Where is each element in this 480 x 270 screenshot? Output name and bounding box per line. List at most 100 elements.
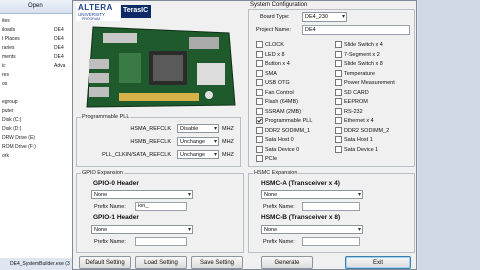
hsmc-a-prefix-label: Prefix Name:: [263, 204, 295, 210]
nav-item[interactable]: os: [0, 80, 38, 89]
checkbox-item[interactable]: SMA: [256, 69, 277, 78]
checkbox-item[interactable]: EEPROM: [335, 98, 368, 106]
nav-item[interactable]: raries: [0, 44, 38, 53]
checkbox-unchecked[interactable]: [256, 155, 263, 162]
checkbox-item[interactable]: LED x 8: [256, 50, 285, 59]
gpio1-select-value: None: [94, 227, 108, 233]
checkbox-label: LED x 8: [265, 51, 285, 58]
nav-item[interactable]: ites: [0, 17, 38, 26]
checkbox-unchecked[interactable]: [256, 69, 263, 77]
checkbox-unchecked[interactable]: [256, 41, 263, 48]
nav-item[interactable]: ic: [0, 62, 38, 71]
checkbox-unchecked[interactable]: [256, 126, 263, 134]
gpio0-select[interactable]: None: [91, 190, 193, 200]
project-name-input[interactable]: DE4: [302, 25, 410, 35]
checkbox-item[interactable]: Ethernet x 4: [335, 117, 374, 125]
checkbox-item[interactable]: Temperature: [335, 69, 375, 78]
checkbox-unchecked[interactable]: [335, 50, 342, 58]
nav-item[interactable]: t Places: [0, 35, 38, 44]
gpio0-prefix-input[interactable]: ion_: [135, 202, 187, 211]
pll-row-select[interactable]: Unchange: [177, 137, 219, 147]
checkbox-item[interactable]: Sata Host 1: [335, 136, 373, 144]
gpio0-prefix-label: Prefix Name:: [94, 204, 126, 210]
nav-item[interactable]: puter: [0, 107, 38, 116]
checkbox-unchecked[interactable]: [335, 88, 342, 96]
checkbox-item[interactable]: DDR2 SODIMM_1: [256, 126, 310, 135]
checkbox-item[interactable]: Button x 4: [256, 60, 290, 68]
checkbox-item[interactable]: Sata Device 0: [256, 145, 299, 154]
nav-item[interactable]: iloads: [0, 26, 38, 35]
checkbox-item[interactable]: RS-232: [335, 107, 363, 116]
nav-item[interactable]: ork: [0, 152, 38, 161]
checkbox-label: Sata Host 0: [265, 136, 294, 143]
board-type-select[interactable]: DE4_230: [302, 12, 347, 22]
checkbox-item[interactable]: Sata Host 0: [256, 136, 294, 144]
checkbox-label: Fan Control: [265, 89, 294, 96]
checkbox-item[interactable]: Fan Control: [256, 88, 294, 97]
nav-item[interactable]: res: [0, 71, 38, 80]
exit-button[interactable]: Exit: [345, 256, 411, 269]
gpio1-select[interactable]: None: [91, 225, 193, 235]
hsmc-b-prefix-input[interactable]: [302, 237, 360, 246]
checkbox-label: SMA: [265, 70, 277, 77]
nav-item[interactable]: [0, 89, 38, 98]
checkbox-unchecked[interactable]: [335, 145, 342, 153]
checkbox-item[interactable]: PCIe: [256, 155, 277, 163]
nav-item[interactable]: DRW Drive (E): [0, 134, 38, 143]
project-name-label: Project Name:: [256, 27, 291, 33]
checkbox-item[interactable]: 7-Segment x 2: [335, 50, 380, 59]
checkbox-item[interactable]: SSRAM (2MB): [256, 107, 301, 116]
checkbox-label: DDR2 SODIMM_2: [344, 127, 390, 134]
checkbox-item[interactable]: Sata Device 1: [335, 145, 379, 154]
generate-button[interactable]: Generate: [261, 256, 313, 269]
load-setting-button[interactable]: Load Setting: [135, 256, 187, 269]
checkbox-unchecked[interactable]: [335, 117, 342, 124]
nav-item[interactable]: Disk (C:): [0, 116, 38, 125]
checkbox-item[interactable]: Programmable PLL: [256, 117, 312, 125]
checkbox-unchecked[interactable]: [335, 107, 342, 115]
checkbox-unchecked[interactable]: [256, 98, 263, 105]
pll-row-value: Unchange: [180, 139, 206, 145]
checkbox-item[interactable]: Power Measurement: [335, 79, 395, 87]
checkbox-unchecked[interactable]: [335, 136, 342, 143]
nav-item[interactable]: Disk (D:): [0, 125, 38, 134]
checkbox-item[interactable]: DDR2 SODIMM_2: [335, 126, 390, 135]
nav-item[interactable]: ROM Drive (F:): [0, 143, 38, 152]
nav-item[interactable]: ments: [0, 53, 38, 62]
checkbox-unchecked[interactable]: [256, 145, 263, 153]
open-button[interactable]: Open: [28, 3, 43, 9]
checkbox-unchecked[interactable]: [335, 126, 342, 134]
checkbox-checked[interactable]: [256, 117, 263, 124]
save-setting-button[interactable]: Save Setting: [191, 256, 243, 269]
default-setting-button[interactable]: Default Setting: [79, 256, 131, 269]
checkbox-item[interactable]: CLOCK: [256, 41, 284, 49]
checkbox-unchecked[interactable]: [256, 88, 263, 96]
pll-row-select[interactable]: Unchange: [177, 150, 219, 160]
checkbox-unchecked[interactable]: [335, 60, 342, 67]
checkbox-item[interactable]: Flash (64MB): [256, 98, 298, 106]
checkbox-item[interactable]: SD CARD: [335, 88, 369, 97]
checkbox-item[interactable]: Slide Switch x 8: [335, 60, 383, 68]
pll-row-select[interactable]: Disable: [177, 124, 219, 134]
checkbox-unchecked[interactable]: [256, 50, 263, 58]
checkbox-unchecked[interactable]: [335, 98, 342, 105]
system-config-title: System Configuration: [250, 2, 308, 8]
hsmc-b-select[interactable]: None: [261, 225, 363, 235]
gpio1-prefix-input[interactable]: [135, 237, 187, 246]
checkbox-unchecked[interactable]: [256, 107, 263, 115]
checkbox-label: Button x 4: [265, 60, 290, 67]
checkbox-unchecked[interactable]: [335, 41, 342, 48]
checkbox-unchecked[interactable]: [256, 79, 263, 86]
checkbox-unchecked[interactable]: [256, 60, 263, 67]
checkbox-unchecked[interactable]: [256, 136, 263, 143]
checkbox-item[interactable]: Slide Switch x 4: [335, 41, 383, 49]
checkbox-unchecked[interactable]: [335, 69, 342, 77]
checkbox-unchecked[interactable]: [335, 79, 342, 86]
pll-row-value: Unchange: [180, 152, 206, 158]
hsmc-a-prefix-input[interactable]: [302, 202, 360, 211]
checkbox-item[interactable]: USB OTG: [256, 79, 290, 87]
checkbox-label: Sata Device 1: [344, 146, 379, 153]
hsmc-a-select[interactable]: None: [261, 190, 363, 200]
nav-item[interactable]: egroup: [0, 98, 38, 107]
pll-row-unit: MHZ: [222, 126, 234, 132]
